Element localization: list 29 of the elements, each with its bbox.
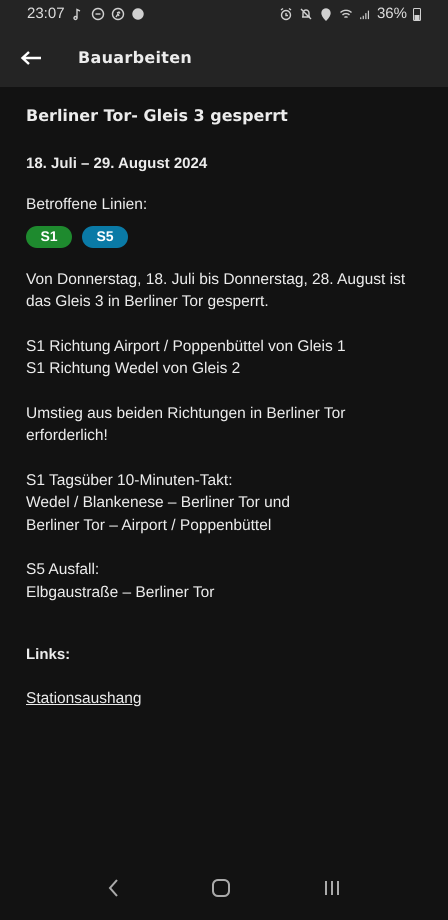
alarm-icon — [278, 7, 293, 21]
status-time: 23:07 — [27, 4, 65, 24]
body-text: Elbgaustraße – Berliner Tor — [26, 582, 216, 603]
date-range: 18. Juli – 29. August 2024 — [26, 154, 208, 174]
circle-icon — [130, 7, 145, 21]
line-badge: S1 — [26, 226, 72, 248]
location-pin-icon — [318, 7, 333, 21]
wifi-icon — [338, 7, 353, 21]
body-text: Wedel / Blankenese – Berliner Tor und — [26, 493, 291, 514]
body-text: S5 Ausfall: — [26, 560, 100, 580]
recent-apps-icon[interactable] — [323, 879, 342, 897]
home-nav-icon[interactable] — [212, 879, 230, 897]
back-nav-icon[interactable] — [106, 879, 119, 897]
station-notice-link[interactable]: Stationsaushang — [26, 686, 142, 710]
body-text: S1 Richtung Airport / Poppenbüttel von Gleis 1 — [26, 336, 347, 357]
mute-icon — [298, 7, 313, 21]
header-title: Bauarbeiten — [78, 46, 192, 68]
affected-lines-label: Betroffene Linien: — [26, 194, 148, 214]
battery-icon — [413, 7, 421, 21]
battery-percentage: 36% — [376, 4, 407, 24]
minus-circle-icon — [90, 7, 105, 21]
body-text: Von Donnerstag, 18. Juli bis Donnerstag, 28. August ist das Gleis 3 in Berliner Tor gesperrt. — [26, 270, 406, 312]
article-title: Berliner Tor- Gleis 3 gesperrt — [26, 105, 289, 127]
links-label: Links: — [26, 645, 72, 666]
body-text: S1 Richtung Wedel von Gleis 2 — [26, 359, 242, 380]
line-badge: S5 — [82, 226, 128, 248]
body-text: Berliner Tor – Airport / Poppenbüttel — [26, 516, 272, 536]
body-text: S1 Tagsüber 10-Minuten-Takt: — [26, 470, 234, 491]
body-text: Umstieg aus beiden Richtungen in Berliner Tor erforderlich! — [26, 404, 346, 446]
